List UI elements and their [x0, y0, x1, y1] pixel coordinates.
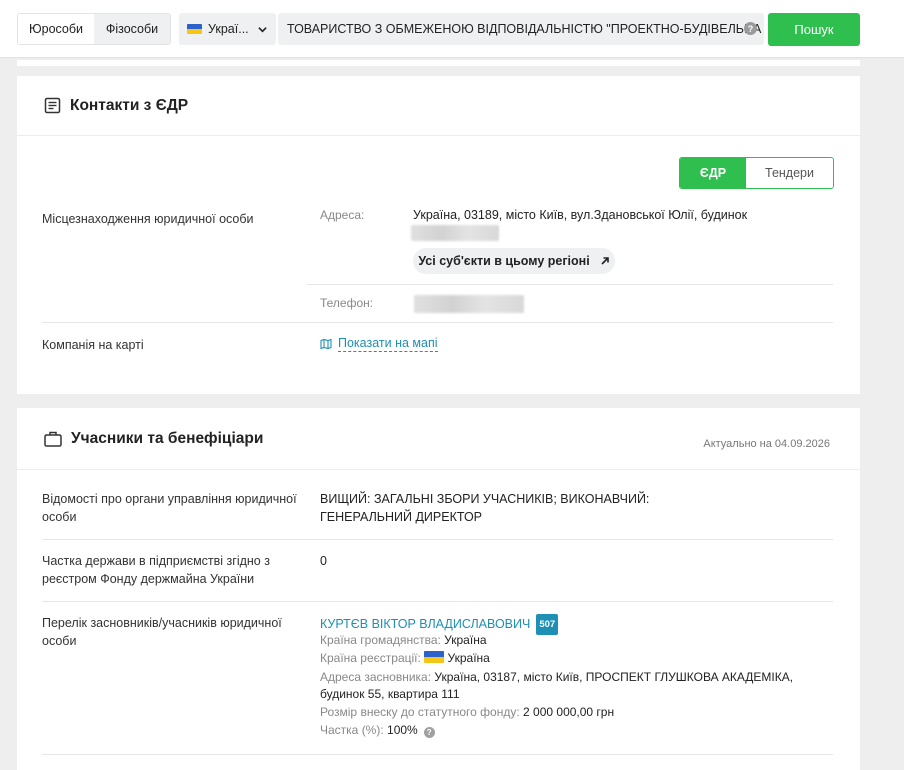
location-label: Місцезнаходження юридичної особи	[42, 212, 254, 226]
participants-title: Учасники та бенефіціари	[71, 429, 264, 447]
participants-card: Учасники та бенефіціари Актуально на 04.…	[17, 408, 860, 770]
tab-tenders[interactable]: Тендери	[746, 158, 833, 188]
previous-card-edge	[17, 60, 860, 66]
contacts-card: Контакти з ЄДР ЄДР Тендери Місцезнаходже…	[17, 76, 860, 394]
region-entities-label: Усі суб'єкти в цьому регіоні	[418, 254, 590, 268]
redacted-address	[411, 225, 499, 241]
divider	[42, 754, 833, 755]
contacts-card-header: Контакти з ЄДР	[17, 76, 860, 136]
region-entities-button[interactable]: Усі суб'єкти в цьому регіоні	[413, 248, 615, 274]
briefcase-icon	[44, 431, 62, 447]
ukraine-flag-icon	[424, 651, 445, 663]
help-icon[interactable]: ?	[744, 22, 757, 35]
chevron-down-icon	[258, 26, 267, 32]
state-share-value: 0	[320, 554, 327, 568]
document-icon	[44, 97, 61, 114]
redacted-phone	[414, 295, 524, 313]
contacts-title: Контакти з ЄДР	[70, 96, 189, 114]
help-icon[interactable]: ?	[423, 727, 435, 738]
address-label: Адреса:	[320, 208, 365, 222]
map-label: Компанія на карті	[42, 338, 144, 352]
search-button[interactable]: Пошук	[768, 13, 860, 46]
source-tabs: ЄДР Тендери	[679, 157, 834, 189]
tab-edr[interactable]: ЄДР	[680, 158, 746, 188]
divider	[42, 539, 833, 540]
founder-address: Адреса засновника: Україна, 03187, місто…	[320, 670, 794, 701]
tab-legal-entities[interactable]: Юрособи	[18, 14, 94, 44]
founder-registration: Країна реєстрації: Україна	[320, 651, 490, 665]
founder-citizenship: Країна громадянства: Україна	[320, 633, 487, 647]
founder-name-link[interactable]: КУРТЄВ ВІКТОР ВЛАДИСЛАВОВИЧ	[320, 617, 530, 631]
show-on-map-link[interactable]: Показати на мапі	[320, 336, 438, 352]
tab-individuals[interactable]: Фізособи	[94, 14, 170, 44]
address-value: Україна, 03189, місто Київ, вул.Здановсь…	[413, 208, 748, 222]
management-label: Відомості про органи управління юридично…	[42, 492, 297, 524]
participants-card-header: Учасники та бенефіціари Актуально на 04.…	[17, 408, 860, 470]
state-share-label: Частка держави в підприємстві згідно з р…	[42, 554, 270, 586]
divider	[42, 601, 833, 602]
show-on-map-label: Показати на мапі	[338, 336, 438, 352]
search-input-value: ТОВАРИСТВО З ОБМЕЖЕНОЮ ВІДПОВІДАЛЬНІСТЮ …	[287, 22, 764, 36]
arrow-up-right-icon	[601, 257, 609, 265]
divider	[307, 284, 833, 285]
country-select-value: Украї...	[208, 22, 249, 36]
founders-label: Перелік засновників/учасників юридичної …	[42, 616, 282, 648]
phone-label: Телефон:	[320, 296, 374, 310]
actual-date: Актуально на 04.09.2026	[703, 438, 830, 450]
founder-share: Частка (%): 100%?	[320, 722, 800, 739]
management-value: ВИЩИЙ: ЗАГАЛЬНІ ЗБОРИ УЧАСНИКІВ; ВИКОНАВ…	[320, 492, 650, 524]
divider	[42, 322, 833, 323]
search-bar: Юрособи Фізособи Украї... ТОВАРИСТВО З О…	[0, 0, 904, 58]
country-select[interactable]: Украї...	[179, 13, 276, 45]
map-icon	[320, 338, 332, 350]
entity-type-toggle: Юрособи Фізособи	[17, 13, 171, 45]
search-input[interactable]: ТОВАРИСТВО З ОБМЕЖЕНОЮ ВІДПОВІДАЛЬНІСТЮ …	[278, 13, 764, 45]
ukraine-flag-icon	[187, 24, 202, 34]
founder-capital: Розмір внеску до статутного фонду: 2 000…	[320, 705, 615, 719]
